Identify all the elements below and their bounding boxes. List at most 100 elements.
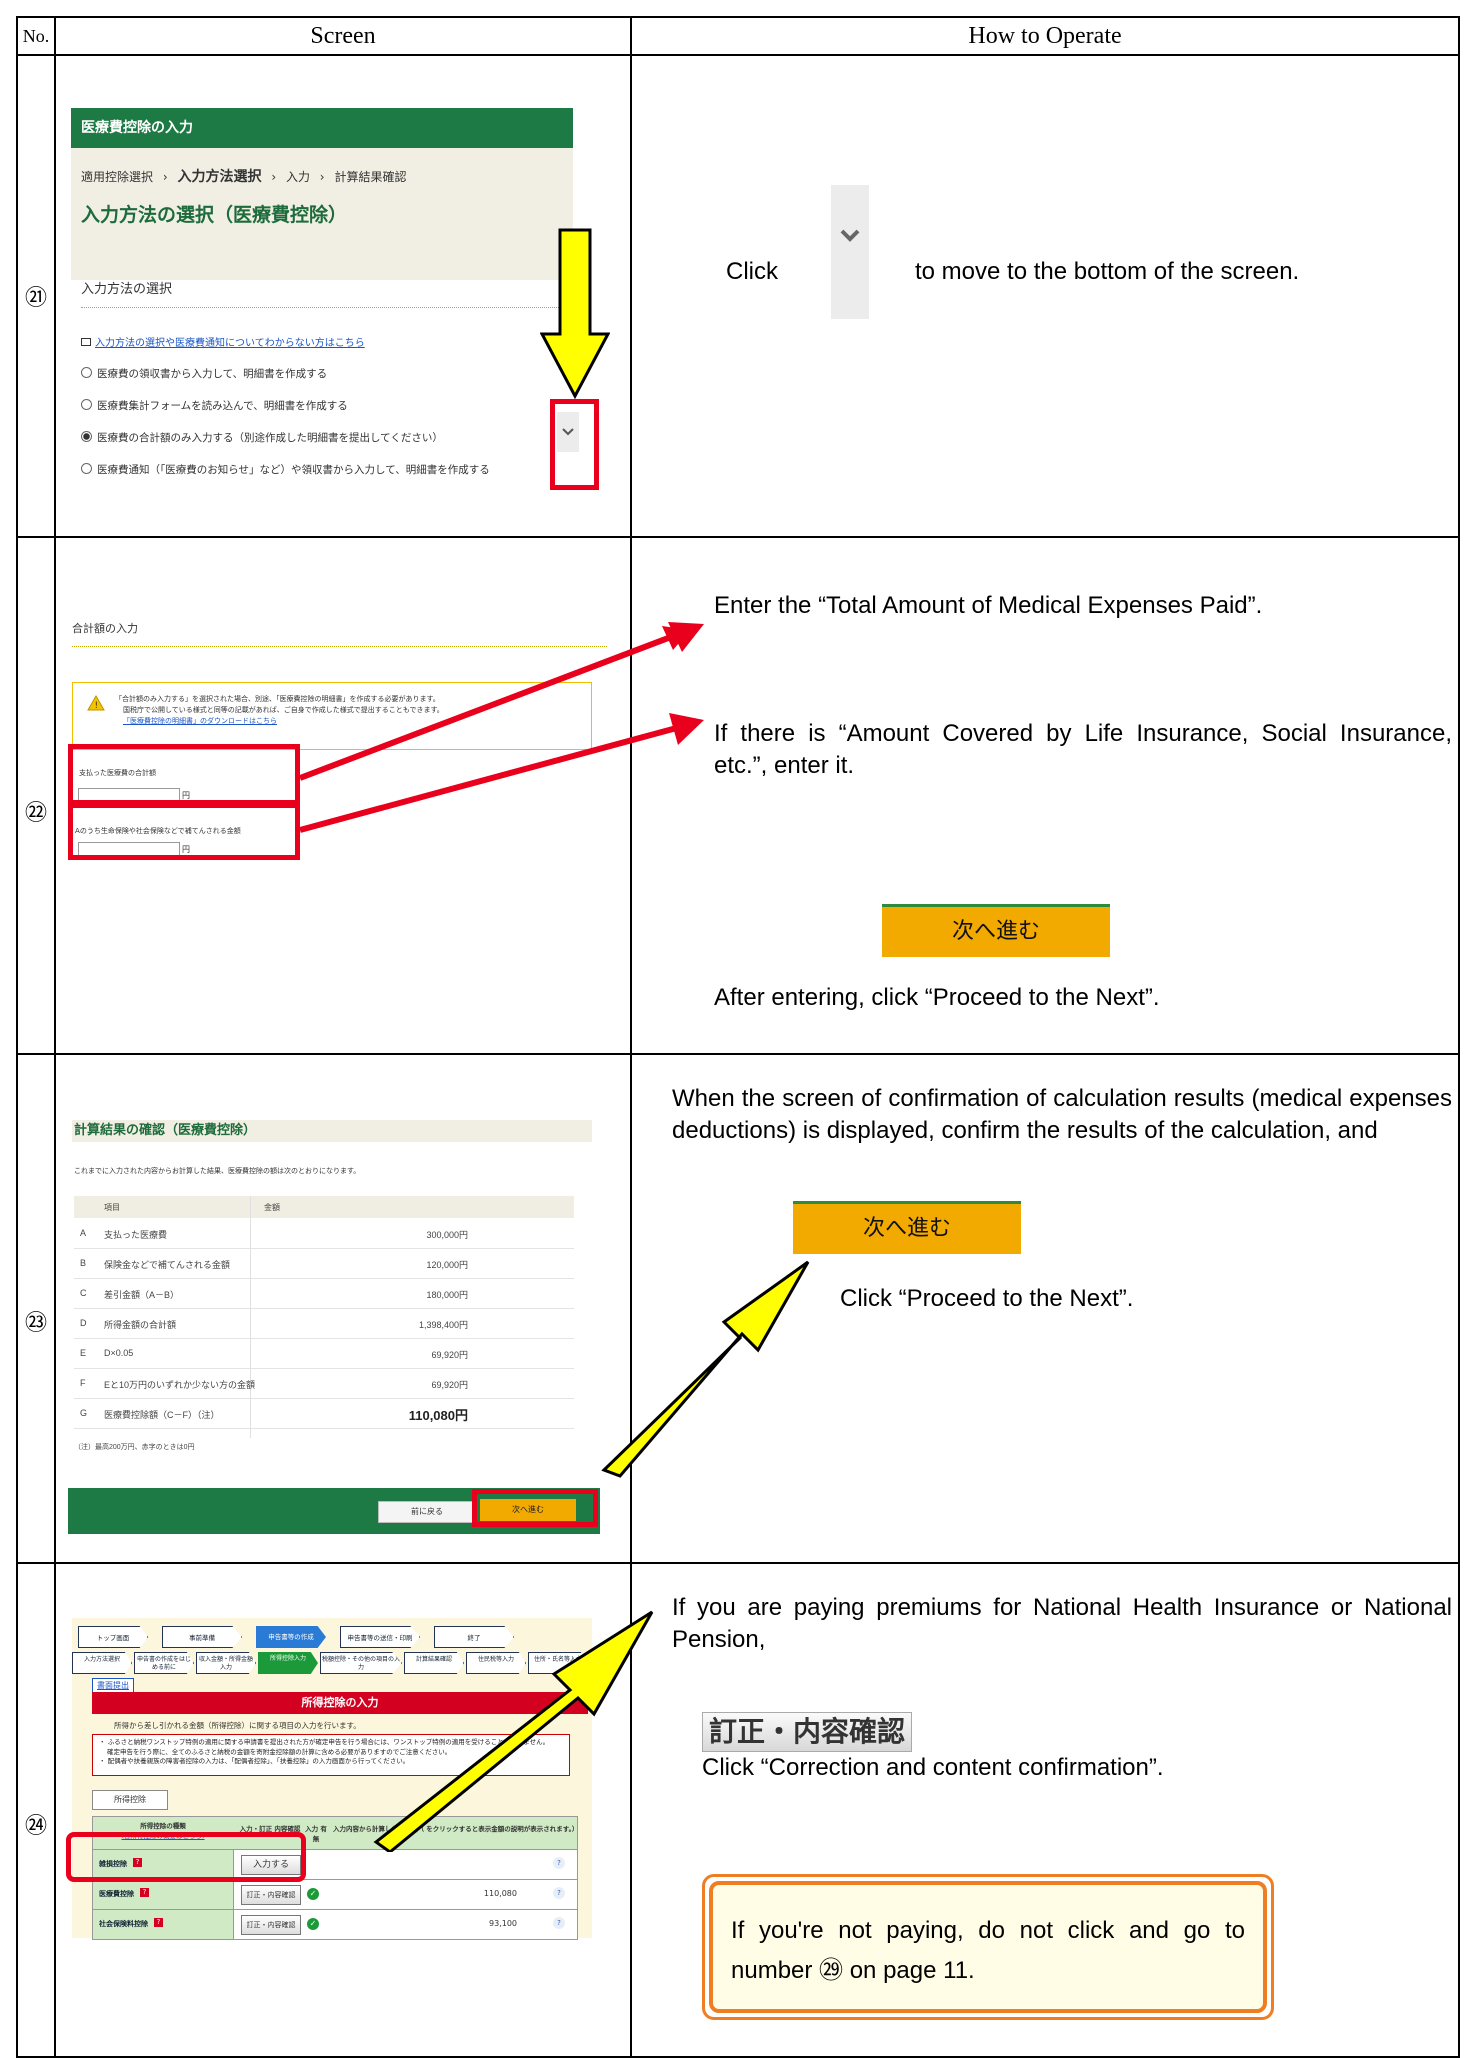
substep-item: 入力方法選択 <box>72 1652 132 1674</box>
svg-text:!: ! <box>95 701 99 711</box>
deduction-action-button[interactable]: 訂正・内容確認 <box>241 1915 301 1935</box>
row-label: 保険金などで補てんされる金額 <box>104 1260 230 1270</box>
row-amount: 180,000円 <box>426 1290 468 1300</box>
breadcrumb-separator: › <box>162 170 168 184</box>
row-amount: 300,000円 <box>426 1230 468 1240</box>
option-list: 医療費の領収書から入力して、明細書を作成する 医療費集計フォームを読み込んで、明… <box>81 358 490 486</box>
header-how: How to Operate <box>968 23 1122 49</box>
help-icon[interactable]: ? <box>154 1918 163 1927</box>
row-label: 所得金額の合計額 <box>104 1320 177 1330</box>
window-icon <box>81 338 91 346</box>
chevron-down-icon <box>840 229 860 242</box>
row-label: 支払った医療費 <box>104 1230 168 1240</box>
row-key: B <box>80 1258 87 1268</box>
tab-deductions[interactable]: 所得控除 <box>92 1790 168 1810</box>
option-label: 医療費通知（「医療費のお知らせ」など）や領収書から入力して、明細書を作成する <box>97 464 490 476</box>
help-icon[interactable]: ? <box>140 1888 149 1897</box>
row-amount: 69,920円 <box>431 1350 468 1360</box>
highlight-box <box>550 399 599 490</box>
highlight-box <box>68 744 300 805</box>
radio-option[interactable]: 医療費の領収書から入力して、明細書を作成する <box>81 358 490 390</box>
screen-input-method: 医療費控除の入力 適用控除選択 › 入力方法選択 › 入力 › 計算結果確認 入… <box>71 108 579 504</box>
col-header: 所得控除の種類 <box>140 1822 186 1830</box>
radio-selected-icon <box>81 431 92 442</box>
deduction-label: 医療費控除 <box>99 1890 134 1898</box>
calc-table-row: C 差引金額（A－B） 180,000円 <box>74 1278 574 1309</box>
warning-icon: ! <box>87 695 105 711</box>
highlight-box <box>68 803 300 860</box>
substep-item: 申告書の作成をはじめる前に <box>134 1652 194 1674</box>
option-label: 医療費の領収書から入力して、明細書を作成する <box>97 368 328 380</box>
calc-table-row: D 所得金額の合計額 1,398,400円 <box>74 1308 574 1339</box>
divider <box>16 536 1460 538</box>
header-bar: 医療費控除の入力 <box>71 108 573 148</box>
highlight-box <box>66 1832 306 1882</box>
help-link[interactable]: 入力方法の選択や医療費通知についてわからない方はこちら <box>81 334 365 349</box>
deduction-row: 社会保険料控除? 訂正・内容確認 ✓ 93,100? <box>92 1910 578 1940</box>
section-title: 入力方法の選択 <box>81 278 571 308</box>
yellow-arrow-icon <box>540 228 610 400</box>
row-number: ㉔ <box>24 1813 47 1838</box>
row-number: ㉒ <box>24 800 47 825</box>
help-link-label: 入力方法の選択や医療費通知についてわからない方はこちら <box>95 338 365 349</box>
instruction-intro: If you are paying premiums for National … <box>672 1594 1452 1653</box>
row-key: A <box>80 1228 87 1238</box>
radio-option-selected[interactable]: 医療費の合計額のみ入力する（別途作成した明細書を提出してください） <box>81 422 490 454</box>
deduction-action-button[interactable]: 訂正・内容確認 <box>241 1885 301 1905</box>
deduction-amount: 93,100 <box>489 1919 517 1928</box>
divider <box>16 54 1460 56</box>
breadcrumb-item: 計算結果確認 <box>334 170 407 184</box>
highlight-box <box>472 1489 598 1527</box>
substep-item: 収入金額・所得金額入力 <box>196 1652 256 1674</box>
deduction-amount: 110,080 <box>483 1889 517 1898</box>
calc-table-row: E D×0.05 69,920円 <box>74 1338 574 1369</box>
row-key: G <box>80 1408 88 1418</box>
row-key: D <box>80 1318 87 1328</box>
proceed-button-sample: 次へ進む <box>882 904 1110 957</box>
info-icon[interactable]: ? <box>553 1917 565 1929</box>
radio-option[interactable]: 医療費集計フォームを読み込んで、明細書を作成する <box>81 390 490 422</box>
row-label: D×0.05 <box>104 1348 134 1358</box>
row-label: 差引金額（A－B） <box>104 1290 180 1300</box>
back-button[interactable]: 前に戻る <box>378 1501 476 1523</box>
instruction-text: to move to the bottom of the screen. <box>915 258 1300 285</box>
page-title: 入力方法の選択（医療費控除） <box>81 204 348 226</box>
check-icon: ✓ <box>307 1888 319 1900</box>
radio-icon <box>81 463 92 474</box>
red-arrow-icon <box>298 622 704 833</box>
callout-text: If you're not paying, do not click and g… <box>731 1917 1245 1984</box>
col-header: 項目 <box>104 1203 120 1212</box>
option-label: 医療費集計フォームを読み込んで、明細書を作成する <box>97 400 348 412</box>
doc-submit-link[interactable]: 書面提出 <box>92 1678 134 1693</box>
radio-icon <box>81 399 92 410</box>
breadcrumb: 適用控除選択 › 入力方法選択 › 入力 › 計算結果確認 <box>81 166 406 186</box>
breadcrumb-item-current: 入力方法選択 <box>177 169 262 185</box>
header-screen: Screen <box>310 23 376 49</box>
row-number: ㉑ <box>24 285 47 310</box>
callout-outer: If you're not paying, do not click and g… <box>702 1874 1274 2020</box>
divider <box>16 1053 1460 1055</box>
divider <box>16 1562 1460 1564</box>
row-amount: 110,080円 <box>408 1408 468 1423</box>
instruction-click: Click “Proceed to the Next”. <box>840 1285 1134 1312</box>
instruction-enter-total: Enter the “Total Amount of Medical Expen… <box>714 592 1263 619</box>
info-icon[interactable]: ? <box>553 1887 565 1899</box>
radio-option[interactable]: 医療費通知（「医療費のお知らせ」など）や領収書から入力して、明細書を作成する <box>81 454 490 486</box>
step-item: 申告書等の作成 <box>256 1626 326 1648</box>
row-key: F <box>80 1378 86 1388</box>
check-icon: ✓ <box>307 1918 319 1930</box>
info-icon[interactable]: ? <box>553 1857 565 1869</box>
instruction-intro: When the screen of confirmation of calcu… <box>672 1085 1452 1144</box>
row-amount: 69,920円 <box>431 1380 468 1390</box>
calc-table-row: A 支払った医療費 300,000円 <box>74 1218 574 1249</box>
yellow-arrow-icon <box>373 1610 654 1852</box>
calc-table-row: B 保険金などで補てんされる金額 120,000円 <box>74 1248 574 1279</box>
scroll-down-sample <box>831 185 869 319</box>
download-link-label: 「医療費控除の明細書」のダウンロードはこちら <box>123 717 277 725</box>
instruction-after: After entering, click “Proceed to the Ne… <box>714 984 1160 1011</box>
col-header: 入力 有無 <box>305 1825 327 1843</box>
breadcrumb-item: 適用控除選択 <box>81 170 154 184</box>
substep-item: 所得控除入力 <box>258 1652 318 1674</box>
row-key: C <box>80 1288 87 1298</box>
intro-text: 所得から差し引かれる金額（所得控除）に関する項目の入力を行います。 <box>114 1721 361 1730</box>
